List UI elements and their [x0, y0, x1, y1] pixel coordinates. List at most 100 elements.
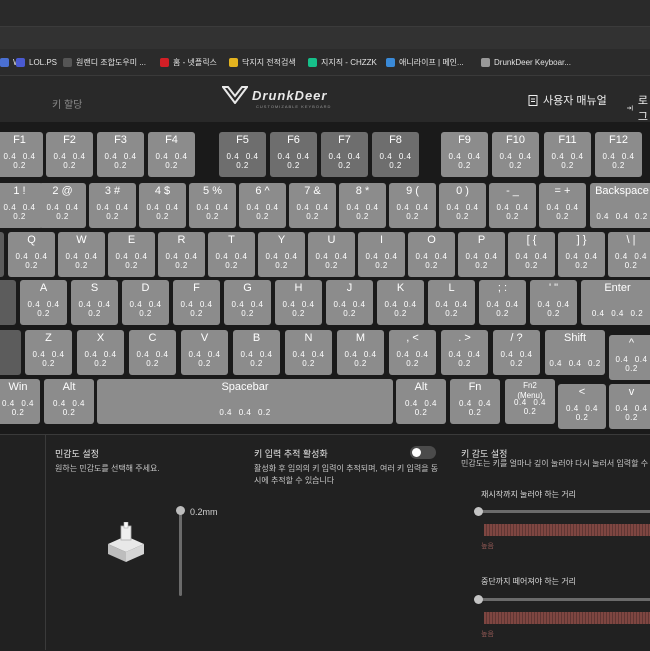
key-[interactable]: . > 0.4 0.4 0.2: [441, 330, 488, 375]
bookmark-item[interactable]: DrunkDeer Keyboar...: [481, 54, 571, 70]
key-7[interactable]: 7 & 0.4 0.4 0.2: [289, 183, 336, 228]
bookmark-item[interactable]: LOL.PS: [16, 54, 57, 70]
key-l[interactable]: L 0.4 0.4 0.2: [428, 280, 475, 325]
key-u[interactable]: U 0.4 0.4 0.2: [308, 232, 355, 277]
key-f9[interactable]: F9 0.4 0.4 0.2: [441, 132, 488, 177]
key-[interactable]: - _ 0.4 0.4 0.2: [489, 183, 536, 228]
key-e[interactable]: E 0.4 0.4 0.2: [108, 232, 155, 277]
key-f6[interactable]: F6 0.4 0.4 0.2: [270, 132, 317, 177]
key-label: C: [148, 332, 157, 344]
key-3[interactable]: 3 # 0.4 0.4 0.2: [89, 183, 136, 228]
rt-press-label: 재시작까지 눌러야 하는 거리: [481, 490, 576, 499]
key-f1[interactable]: F1 0.4 0.4 0.2: [0, 132, 43, 177]
key-k[interactable]: K 0.4 0.4 0.2: [377, 280, 424, 325]
key-g[interactable]: G 0.4 0.4 0.2: [224, 280, 271, 325]
key-b[interactable]: B 0.4 0.4 0.2: [233, 330, 280, 375]
key-label: F6: [287, 134, 300, 146]
key-i[interactable]: I 0.4 0.4 0.2: [358, 232, 405, 277]
rt-press-slider[interactable]: [474, 507, 650, 516]
key-5[interactable]: 5 % 0.4 0.4 0.2: [189, 183, 236, 228]
key-m[interactable]: M 0.4 0.4 0.2: [337, 330, 384, 375]
key-f5[interactable]: F5 0.4 0.4 0.2: [219, 132, 266, 177]
key-blank[interactable]: [0, 280, 16, 325]
key-label: F1: [13, 134, 26, 146]
key-n[interactable]: N 0.4 0.4 0.2: [285, 330, 332, 375]
key-[interactable]: , < 0.4 0.4 0.2: [389, 330, 436, 375]
login-link[interactable]: 로그: [627, 92, 650, 124]
key-c[interactable]: C 0.4 0.4 0.2: [129, 330, 176, 375]
key-2[interactable]: 2 @ 0.4 0.4 0.2: [39, 183, 86, 228]
rt-release-thumb[interactable]: [474, 595, 483, 604]
key-shift[interactable]: Shift 0.4 0.4 0.2: [545, 330, 605, 375]
key-f12[interactable]: F12 0.4 0.4 0.2: [595, 132, 642, 177]
key-f11[interactable]: F11 0.4 0.4 0.2: [544, 132, 591, 177]
game-icon: [63, 57, 72, 67]
key-f8[interactable]: F8 0.4 0.4 0.2: [372, 132, 419, 177]
key-[interactable]: [ {0.4 0.4 0.2: [508, 232, 555, 277]
key-[interactable]: ; : 0.4 0.4 0.2: [479, 280, 526, 325]
bookmark-item[interactable]: 홈 - 넷플릭스: [160, 54, 217, 70]
key-[interactable]: \ | 0.4 0.4 0.2: [608, 232, 650, 277]
key-q[interactable]: Q 0.4 0.4 0.2: [8, 232, 55, 277]
lolps-icon: [16, 57, 25, 67]
key-v[interactable]: V 0.4 0.4 0.2: [181, 330, 228, 375]
key-1[interactable]: 1 ! 0.4 0.4 0.2: [0, 183, 43, 228]
key-[interactable]: <0.4 0.4 0.2: [558, 384, 606, 429]
key-4[interactable]: 4 $ 0.4 0.4 0.2: [139, 183, 186, 228]
key-v[interactable]: v 0.4 0.4 0.2: [609, 384, 650, 429]
key-9[interactable]: 9 (0.4 0.4 0.2: [389, 183, 436, 228]
key-o[interactable]: O 0.4 0.4 0.2: [408, 232, 455, 277]
key-fn[interactable]: Fn 0.4 0.4 0.2: [450, 379, 500, 424]
key-f10[interactable]: F10 0.4 0.4 0.2: [492, 132, 539, 177]
tracking-toggle[interactable]: [410, 446, 436, 459]
key-[interactable]: / ? 0.4 0.4 0.2: [493, 330, 540, 375]
bookmark-item[interactable]: 닥지지 전적검색: [229, 54, 296, 70]
key-blank[interactable]: [0, 232, 4, 277]
key-blank[interactable]: [0, 330, 21, 375]
key-d[interactable]: D 0.4 0.4 0.2: [122, 280, 169, 325]
key-f[interactable]: F 0.4 0.4 0.2: [173, 280, 220, 325]
key-spacebar[interactable]: Spacebar 0.4 0.4 0.2: [97, 379, 393, 424]
key-r[interactable]: R 0.4 0.4 0.2: [158, 232, 205, 277]
key-[interactable]: ^ 0.4 0.4 0.2: [609, 335, 650, 380]
sensitivity-slider-thumb[interactable]: [176, 506, 185, 515]
key-backspace[interactable]: Backspace 0.4 0.4 0.2: [590, 183, 650, 228]
key-alt[interactable]: Alt 0.4 0.4 0.2: [396, 379, 446, 424]
key-fn2menu[interactable]: Fn2 (Menu) 0.4 0.4 0.2: [505, 379, 555, 424]
key-values: 0.4 0.4 0.2: [46, 203, 79, 221]
key-[interactable]: ' " 0.4 0.4 0.2: [530, 280, 577, 325]
key-h[interactable]: H 0.4 0.4 0.2: [275, 280, 322, 325]
bookmark-item[interactable]: 지지직 - CHZZK: [308, 54, 377, 70]
key-x[interactable]: X 0.4 0.4 0.2: [77, 330, 124, 375]
key-y[interactable]: Y 0.4 0.4 0.2: [258, 232, 305, 277]
key-p[interactable]: P 0.4 0.4 0.2: [458, 232, 505, 277]
key-s[interactable]: S 0.4 0.4 0.2: [71, 280, 118, 325]
key-[interactable]: ] } 0.4 0.4 0.2: [558, 232, 605, 277]
key-a[interactable]: A 0.4 0.4 0.2: [20, 280, 67, 325]
key-t[interactable]: T 0.4 0.4 0.2: [208, 232, 255, 277]
browser-address-bar[interactable]: [0, 26, 650, 49]
rt-release-slider[interactable]: [474, 595, 650, 604]
key-win[interactable]: Win 0.4 0.4 0.2: [0, 379, 40, 424]
key-values: 0.4 0.4 0.2: [328, 152, 361, 170]
brand-subtitle: CUSTOMIZABLE KEYBOARD: [256, 104, 332, 109]
bookmark-item[interactable]: 원랜디 조합도우미 ...: [63, 54, 146, 70]
key-f3[interactable]: F3 0.4 0.4 0.2: [97, 132, 144, 177]
sensitivity-slider[interactable]: [176, 506, 185, 596]
key-z[interactable]: Z 0.4 0.4 0.2: [25, 330, 72, 375]
key-f7[interactable]: F7 0.4 0.4 0.2: [321, 132, 368, 177]
rt-press-thumb[interactable]: [474, 507, 483, 516]
key-alt[interactable]: Alt 0.4 0.4 0.2: [44, 379, 94, 424]
key-w[interactable]: W 0.4 0.4 0.2: [58, 232, 105, 277]
key-[interactable]: = + 0.4 0.4 0.2: [539, 183, 586, 228]
bookmark-item[interactable]: 애니라이프 | 메인...: [386, 54, 464, 70]
key-f4[interactable]: F4 0.4 0.4 0.2: [148, 132, 195, 177]
key-0[interactable]: 0 ) 0.4 0.4 0.2: [439, 183, 486, 228]
user-manual-link[interactable]: 사용자 매뉴얼: [528, 92, 607, 108]
key-8[interactable]: 8 * 0.4 0.4 0.2: [339, 183, 386, 228]
key-assign-tab[interactable]: 키 할당: [52, 96, 82, 111]
key-6[interactable]: 6 ^ 0.4 0.4 0.2: [239, 183, 286, 228]
key-enter[interactable]: Enter 0.4 0.4 0.2: [581, 280, 650, 325]
key-j[interactable]: J 0.4 0.4 0.2: [326, 280, 373, 325]
key-f2[interactable]: F2 0.4 0.4 0.2: [46, 132, 93, 177]
